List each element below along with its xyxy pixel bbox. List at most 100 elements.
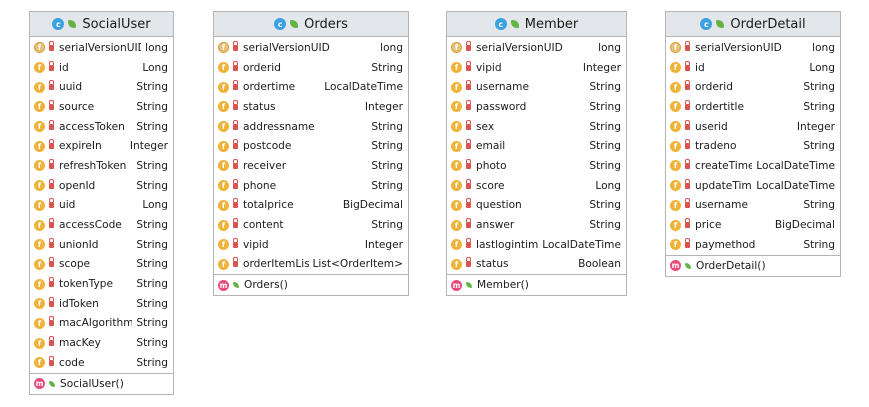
lock-icon: [466, 80, 471, 91]
field-row-sex[interactable]: f sex String: [447, 117, 626, 137]
method-row-member[interactable]: m Member(): [447, 275, 626, 295]
lock-icon: [233, 158, 238, 169]
field-row-paymethod[interactable]: f paymethod String: [666, 235, 840, 255]
lock-icon: [233, 139, 238, 150]
field-row-vipid[interactable]: f vipid Integer: [214, 235, 408, 255]
field-name: photo: [476, 159, 507, 172]
lock-icon: [233, 257, 238, 268]
field-row-serialversionuid[interactable]: f serialVersionUID long: [666, 38, 840, 58]
class-socialuser[interactable]: c SocialUser f serialVersionUID long f id Long f…: [29, 11, 174, 395]
lock-icon: [49, 178, 54, 189]
lock-icon: [233, 218, 238, 229]
field-row-status[interactable]: f status Boolean: [447, 255, 626, 275]
field-row-question[interactable]: f question String: [447, 196, 626, 216]
class-c-icon: c: [700, 18, 713, 30]
lock-icon: [49, 99, 54, 110]
field-f-icon: f: [34, 298, 45, 310]
field-row-score[interactable]: f score Long: [447, 176, 626, 196]
field-row-price[interactable]: f price BigDecimal: [666, 215, 840, 235]
lock-icon: [685, 158, 690, 169]
field-row-answer[interactable]: f answer String: [447, 215, 626, 235]
field-f-icon: f: [670, 101, 681, 113]
field-row-refreshtoken[interactable]: f refreshToken String: [30, 156, 173, 176]
field-type: String: [136, 219, 168, 232]
field-row-password[interactable]: f password String: [447, 97, 626, 117]
field-f-icon: f: [218, 121, 229, 133]
field-type: String: [803, 199, 835, 212]
field-row-addressname[interactable]: f addressname String: [214, 117, 408, 137]
field-name: orderid: [243, 61, 281, 74]
field-row-id[interactable]: f id Long: [30, 58, 173, 78]
field-row-ordertime[interactable]: f ordertime LocalDateTime: [214, 77, 408, 97]
field-name: serialVersionUID: [476, 41, 563, 54]
field-row-tradeno[interactable]: f tradeno String: [666, 136, 840, 156]
field-row-idtoken[interactable]: f idToken String: [30, 294, 173, 314]
lock-icon: [685, 139, 690, 150]
field-row-orderitemlist[interactable]: f orderItemList List<OrderItem>: [214, 255, 408, 275]
field-row-source[interactable]: f source String: [30, 97, 173, 117]
field-name: status: [476, 258, 509, 271]
class-header[interactable]: c Member: [447, 12, 626, 37]
field-row-receiver[interactable]: f receiver String: [214, 156, 408, 176]
class-header[interactable]: c Orders: [214, 12, 408, 37]
field-row-orderid[interactable]: f orderid String: [214, 58, 408, 78]
field-name: idToken: [59, 297, 99, 310]
field-row-serialversionuid[interactable]: f serialVersionUID long: [30, 38, 173, 58]
field-f-icon: f: [451, 219, 462, 231]
field-row-username[interactable]: f username String: [666, 196, 840, 216]
field-row-accesscode[interactable]: f accessCode String: [30, 215, 173, 235]
method-row-orderdetail[interactable]: m OrderDetail(): [666, 256, 840, 276]
field-name: openId: [59, 179, 96, 192]
field-row-code[interactable]: f code String: [30, 353, 173, 373]
field-row-scope[interactable]: f scope String: [30, 255, 173, 275]
field-type: LocalDateTime: [756, 179, 835, 192]
field-row-username[interactable]: f username String: [447, 77, 626, 97]
field-row-orderid[interactable]: f orderid String: [666, 77, 840, 97]
field-row-tokentype[interactable]: f tokenType String: [30, 274, 173, 294]
field-name: phone: [243, 179, 277, 192]
field-row-userid[interactable]: f userid Integer: [666, 117, 840, 137]
lock-icon: [49, 80, 54, 91]
field-row-uuid[interactable]: f uuid String: [30, 77, 173, 97]
field-type: String: [136, 297, 168, 310]
field-row-uid[interactable]: f uid Long: [30, 196, 173, 216]
field-row-id[interactable]: f id Long: [666, 58, 840, 78]
field-name: uuid: [59, 81, 83, 94]
field-row-updatetime[interactable]: f updateTime LocalDateTime: [666, 176, 840, 196]
field-name: expireIn: [59, 140, 102, 153]
field-row-macalgorithm[interactable]: f macAlgorithm String: [30, 314, 173, 334]
class-orderdetail[interactable]: c OrderDetail f serialVersionUID long f id Long…: [665, 11, 841, 277]
field-row-serialversionuid[interactable]: f serialVersionUID long: [214, 38, 408, 58]
method-m-icon: m: [451, 279, 462, 291]
class-header[interactable]: c SocialUser: [30, 12, 173, 37]
field-row-photo[interactable]: f photo String: [447, 156, 626, 176]
field-type: long: [145, 41, 168, 54]
lock-icon: [233, 60, 238, 71]
field-row-serialversionuid[interactable]: f serialVersionUID long: [447, 38, 626, 58]
field-row-content[interactable]: f content String: [214, 215, 408, 235]
field-row-lastlogintime[interactable]: f lastlogintime LocalDateTime: [447, 235, 626, 255]
field-row-totalprice[interactable]: f totalprice BigDecimal: [214, 196, 408, 216]
field-row-createtime[interactable]: f createTime LocalDateTime: [666, 156, 840, 176]
field-row-status[interactable]: f status Integer: [214, 97, 408, 117]
field-name: price: [695, 219, 722, 232]
method-row-socialuser[interactable]: m SocialUser(): [30, 374, 173, 394]
field-row-phone[interactable]: f phone String: [214, 176, 408, 196]
field-row-email[interactable]: f email String: [447, 136, 626, 156]
class-header[interactable]: c OrderDetail: [666, 12, 840, 37]
field-row-accesstoken[interactable]: f accessToken String: [30, 117, 173, 137]
field-type: String: [589, 140, 621, 153]
field-row-openid[interactable]: f openId String: [30, 176, 173, 196]
class-name: Orders: [304, 16, 348, 32]
field-row-expirein[interactable]: f expireIn Integer: [30, 136, 173, 156]
field-row-ordertitle[interactable]: f ordertitle String: [666, 97, 840, 117]
field-row-vipid[interactable]: f vipid Integer: [447, 58, 626, 78]
field-row-postcode[interactable]: f postcode String: [214, 136, 408, 156]
field-name: serialVersionUID: [243, 41, 330, 54]
field-row-unionid[interactable]: f unionId String: [30, 235, 173, 255]
field-name: answer: [476, 219, 515, 232]
field-row-mackey[interactable]: f macKey String: [30, 333, 173, 353]
class-member[interactable]: c Member f serialVersionUID long f vipid Intege…: [446, 11, 627, 297]
method-row-orders[interactable]: m Orders(): [214, 275, 408, 295]
class-orders[interactable]: c Orders f serialVersionUID long f orderid Stri…: [213, 11, 409, 297]
